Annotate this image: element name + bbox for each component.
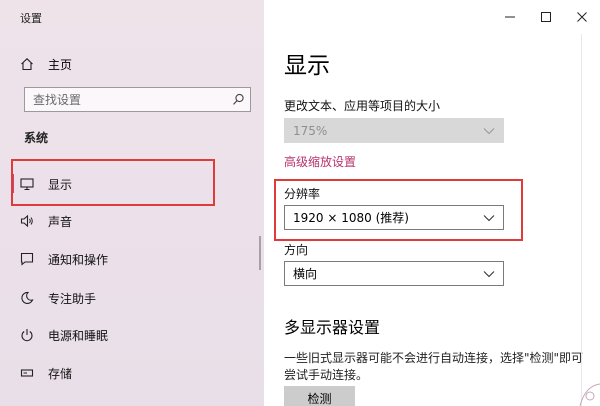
home-icon xyxy=(20,57,34,71)
selected-indicator xyxy=(11,174,14,193)
maximize-button[interactable] xyxy=(528,0,564,34)
sidebar-item-display[interactable]: 显示 xyxy=(20,174,72,194)
sidebar-item-storage[interactable]: 存储 xyxy=(20,363,72,383)
home-label: 主页 xyxy=(48,57,73,72)
chevron-down-icon xyxy=(475,270,503,278)
scale-dropdown: 175% xyxy=(284,118,504,143)
page-title: 显示 xyxy=(284,53,330,79)
sidebar-item-power-sleep[interactable]: 电源和睡眠 xyxy=(20,325,108,345)
monitor-icon xyxy=(20,177,34,191)
maximize-icon xyxy=(541,12,551,22)
scale-label: 更改文本、应用等项目的大小 xyxy=(284,99,441,113)
sidebar-item-label: 电源和睡眠 xyxy=(48,328,109,343)
power-icon xyxy=(20,328,34,342)
scale-value: 175% xyxy=(293,123,328,138)
notification-icon xyxy=(20,252,34,266)
sidebar-item-label: 通知和操作 xyxy=(48,252,109,267)
orientation-value: 横向 xyxy=(293,267,318,281)
multi-display-description: 一些旧式显示器可能不会进行自动连接，选择"检测"即可尝试手动连接。 xyxy=(284,351,584,382)
sidebar-item-focus-assist[interactable]: 专注助手 xyxy=(20,288,96,308)
section-label-system: 系统 xyxy=(24,131,49,145)
close-icon xyxy=(577,12,587,22)
orientation-label: 方向 xyxy=(284,243,309,257)
chevron-down-icon xyxy=(475,214,503,222)
sidebar-item-notifications[interactable]: 通知和操作 xyxy=(20,249,108,269)
app-title: 设置 xyxy=(20,12,42,25)
minimize-icon xyxy=(505,12,515,22)
storage-icon xyxy=(20,366,34,380)
speaker-icon xyxy=(20,214,34,228)
minimize-button[interactable] xyxy=(492,0,528,34)
search-icon[interactable] xyxy=(226,93,250,106)
window-controls xyxy=(492,0,600,34)
resolution-value: 1920 × 1080 (推荐) xyxy=(293,211,409,225)
sidebar-item-label: 专注助手 xyxy=(48,291,97,306)
detect-button[interactable]: 检测 xyxy=(284,386,355,406)
sidebar-item-label: 声音 xyxy=(48,214,73,229)
main-content: 显示 更改文本、应用等项目的大小 175% 高级缩放设置 分辨率 1920 × … xyxy=(264,0,600,406)
home-nav-item[interactable]: 主页 xyxy=(20,54,72,74)
sidebar-item-sound[interactable]: 声音 xyxy=(20,211,72,231)
orientation-dropdown[interactable]: 横向 xyxy=(284,261,504,286)
moon-icon xyxy=(20,291,34,305)
sidebar-item-label: 显示 xyxy=(48,177,73,192)
close-button[interactable] xyxy=(564,0,600,34)
sidebar: 设置 主页 系统 显示 声音 通知和操作 专注助手 xyxy=(0,0,264,406)
search-box[interactable] xyxy=(24,87,251,112)
chevron-down-icon xyxy=(475,127,503,135)
resolution-dropdown[interactable]: 1920 × 1080 (推荐) xyxy=(284,205,504,230)
multi-display-title: 多显示器设置 xyxy=(284,318,381,337)
search-input[interactable] xyxy=(33,92,226,107)
content-scrollbar[interactable] xyxy=(581,34,582,406)
resolution-label: 分辨率 xyxy=(284,187,321,201)
advanced-scaling-link[interactable]: 高级缩放设置 xyxy=(284,153,356,170)
sidebar-scrollbar[interactable] xyxy=(259,236,261,270)
sidebar-item-label: 存储 xyxy=(48,366,73,381)
